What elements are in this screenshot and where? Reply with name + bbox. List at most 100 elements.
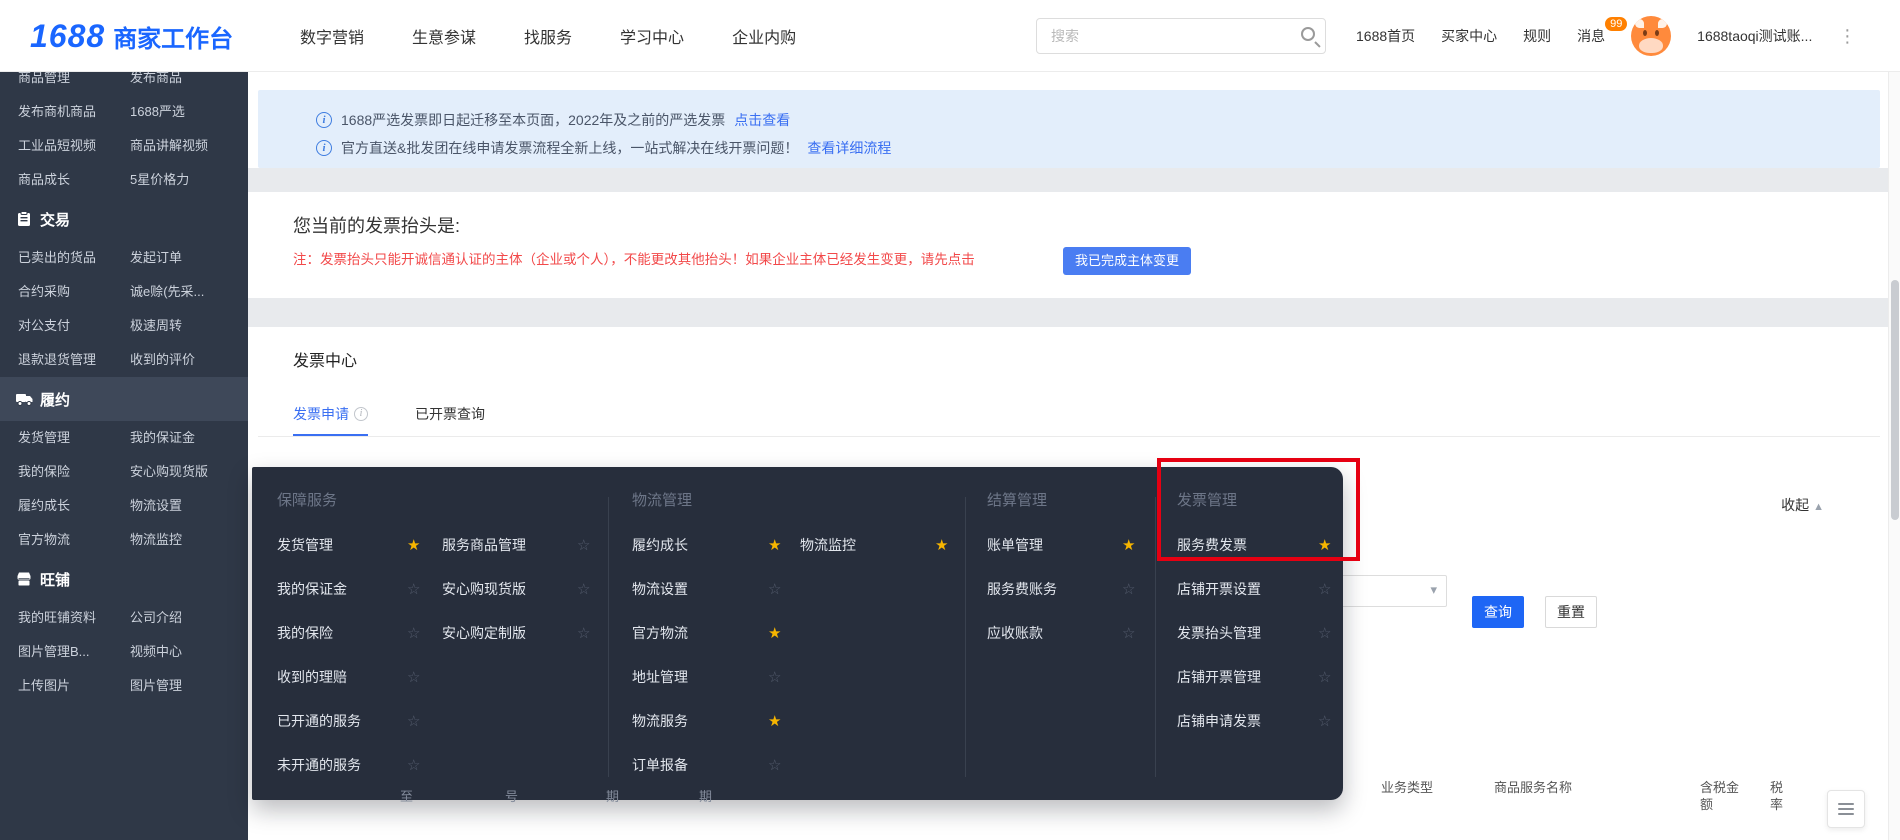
menu-item[interactable]: 服务商品管理 bbox=[442, 523, 526, 567]
sidebar-item[interactable]: 我的保证金 bbox=[130, 421, 195, 455]
kebab-menu-icon[interactable]: ⋮ bbox=[1838, 26, 1856, 47]
link-messages[interactable]: 消息 99 bbox=[1577, 26, 1605, 46]
menu-item[interactable]: 订单报备 bbox=[632, 743, 688, 787]
star-filled-icon[interactable]: ★ bbox=[1122, 523, 1135, 567]
star-filled-icon[interactable]: ★ bbox=[1318, 523, 1331, 567]
menu-item[interactable]: 店铺开票设置 bbox=[1177, 567, 1261, 611]
link-1688-home[interactable]: 1688首页 bbox=[1356, 26, 1415, 46]
reset-button[interactable]: 重置 bbox=[1545, 596, 1597, 628]
sidebar-item[interactable]: 物流设置 bbox=[130, 489, 182, 523]
star-outline-icon[interactable]: ☆ bbox=[407, 655, 420, 699]
menu-item[interactable]: 发货管理 bbox=[277, 523, 333, 567]
sidebar-item[interactable]: 发布商品 bbox=[130, 72, 182, 95]
star-outline-icon[interactable]: ☆ bbox=[1318, 611, 1331, 655]
sidebar-item[interactable]: 合约采购 bbox=[18, 275, 70, 309]
menu-item[interactable]: 店铺开票管理 bbox=[1177, 655, 1261, 699]
sidebar-item[interactable]: 退款退货管理 bbox=[18, 343, 96, 377]
sidebar-item[interactable]: 已卖出的货品 bbox=[18, 241, 96, 275]
sidebar-item[interactable]: 官方物流 bbox=[18, 523, 70, 557]
sidebar-item[interactable]: 商品成长 bbox=[18, 163, 70, 197]
sidebar-item[interactable]: 商品管理 bbox=[18, 72, 70, 95]
sidebar-item[interactable]: 履约成长 bbox=[18, 489, 70, 523]
nav-item[interactable]: 学习中心 bbox=[620, 24, 684, 48]
star-filled-icon[interactable]: ★ bbox=[768, 523, 781, 567]
sidebar-item[interactable]: 收到的评价 bbox=[130, 343, 195, 377]
star-filled-icon[interactable]: ★ bbox=[768, 611, 781, 655]
sidebar-item[interactable]: 极速周转 bbox=[130, 309, 182, 343]
menu-item[interactable]: 收到的理赔 bbox=[277, 655, 347, 699]
link-buyer-center[interactable]: 买家中心 bbox=[1441, 26, 1497, 46]
menu-item[interactable]: 应收账款 bbox=[987, 611, 1043, 655]
menu-item[interactable]: 店铺申请发票 bbox=[1177, 699, 1261, 743]
nav-item[interactable]: 数字营销 bbox=[300, 24, 364, 48]
menu-item[interactable]: 履约成长 bbox=[632, 523, 688, 567]
star-outline-icon[interactable]: ☆ bbox=[407, 611, 420, 655]
star-outline-icon[interactable]: ☆ bbox=[768, 743, 781, 787]
menu-item[interactable]: 未开通的服务 bbox=[277, 743, 361, 787]
star-outline-icon[interactable]: ☆ bbox=[1318, 699, 1331, 743]
star-filled-icon[interactable]: ★ bbox=[768, 699, 781, 743]
nav-item[interactable]: 企业内购 bbox=[732, 24, 796, 48]
menu-item[interactable]: 发票抬头管理 bbox=[1177, 611, 1261, 655]
notice-link-process[interactable]: 查看详细流程 bbox=[807, 138, 891, 158]
sidebar-item[interactable]: 发货管理 bbox=[18, 421, 70, 455]
query-button[interactable]: 查询 bbox=[1472, 596, 1524, 628]
link-rules[interactable]: 规则 bbox=[1523, 26, 1551, 46]
account-name[interactable]: 1688taoqi测试账... bbox=[1697, 26, 1812, 46]
sidebar-item[interactable]: 5星价格力 bbox=[130, 163, 189, 197]
menu-item[interactable]: 我的保险 bbox=[277, 611, 333, 655]
star-outline-icon[interactable]: ☆ bbox=[577, 567, 590, 611]
sidebar-item[interactable]: 我的旺铺资料 bbox=[18, 601, 96, 635]
nav-item[interactable]: 生意参谋 bbox=[412, 24, 476, 48]
star-outline-icon[interactable]: ☆ bbox=[1122, 611, 1135, 655]
sidebar-item[interactable]: 发起订单 bbox=[130, 241, 182, 275]
menu-item[interactable]: 账单管理 bbox=[987, 523, 1043, 567]
sidebar-item[interactable]: 物流监控 bbox=[130, 523, 182, 557]
tab-invoice-apply[interactable]: 发票申请 i bbox=[293, 399, 368, 436]
star-outline-icon[interactable]: ☆ bbox=[768, 567, 781, 611]
star-outline-icon[interactable]: ☆ bbox=[407, 699, 420, 743]
sidebar-item[interactable]: 图片管理B... bbox=[18, 635, 90, 669]
star-outline-icon[interactable]: ☆ bbox=[1318, 567, 1331, 611]
menu-item[interactable]: 物流服务 bbox=[632, 699, 688, 743]
star-outline-icon[interactable]: ☆ bbox=[407, 743, 420, 787]
sidebar-item[interactable]: 对公支付 bbox=[18, 309, 70, 343]
menu-item[interactable]: 物流设置 bbox=[632, 567, 688, 611]
sidebar-item[interactable]: 图片管理 bbox=[130, 669, 182, 703]
sidebar-item[interactable]: 上传图片 bbox=[18, 669, 70, 703]
collapse-toggle[interactable]: 收起▲ bbox=[1781, 495, 1824, 515]
search-input[interactable] bbox=[1051, 19, 1291, 53]
sidebar-item[interactable]: 诚e赊(先采... bbox=[130, 275, 204, 309]
sidebar-item[interactable]: 视频中心 bbox=[130, 635, 182, 669]
menu-item[interactable]: 安心购定制版 bbox=[442, 611, 526, 655]
menu-item[interactable]: 服务费账务 bbox=[987, 567, 1057, 611]
menu-item[interactable]: 地址管理 bbox=[632, 655, 688, 699]
tab-issued-query[interactable]: 已开票查询 bbox=[415, 399, 485, 436]
sidebar-item[interactable]: 发布商机商品 bbox=[18, 95, 96, 129]
sidebar-item[interactable]: 公司介绍 bbox=[130, 601, 182, 635]
search-icon[interactable] bbox=[1301, 27, 1315, 41]
star-filled-icon[interactable]: ★ bbox=[935, 523, 948, 567]
star-outline-icon[interactable]: ☆ bbox=[1122, 567, 1135, 611]
nav-item[interactable]: 找服务 bbox=[524, 24, 572, 48]
star-outline-icon[interactable]: ☆ bbox=[768, 655, 781, 699]
star-filled-icon[interactable]: ★ bbox=[407, 523, 420, 567]
scrollbar-thumb[interactable] bbox=[1891, 280, 1899, 520]
menu-item[interactable]: 物流监控 bbox=[800, 523, 856, 567]
sidebar-item[interactable]: 我的保险 bbox=[18, 455, 70, 489]
menu-item[interactable]: 安心购现货版 bbox=[442, 567, 526, 611]
sidebar-item[interactable]: 1688严选 bbox=[130, 95, 185, 129]
star-outline-icon[interactable]: ☆ bbox=[577, 523, 590, 567]
star-outline-icon[interactable]: ☆ bbox=[577, 611, 590, 655]
notice-link-view[interactable]: 点击查看 bbox=[734, 110, 790, 130]
menu-item[interactable]: 我的保证金 bbox=[277, 567, 347, 611]
subject-change-done-button[interactable]: 我已完成主体变更 bbox=[1063, 247, 1191, 275]
logo-1688-workbench[interactable]: 1688 商家工作台 bbox=[30, 0, 233, 72]
menu-item[interactable]: 官方物流 bbox=[632, 611, 688, 655]
floating-menu-button[interactable] bbox=[1827, 790, 1865, 828]
menu-item[interactable]: 已开通的服务 bbox=[277, 699, 361, 743]
star-outline-icon[interactable]: ☆ bbox=[1318, 655, 1331, 699]
avatar[interactable] bbox=[1631, 16, 1671, 56]
sidebar-item[interactable]: 工业品短视频 bbox=[18, 129, 96, 163]
star-outline-icon[interactable]: ☆ bbox=[407, 567, 420, 611]
